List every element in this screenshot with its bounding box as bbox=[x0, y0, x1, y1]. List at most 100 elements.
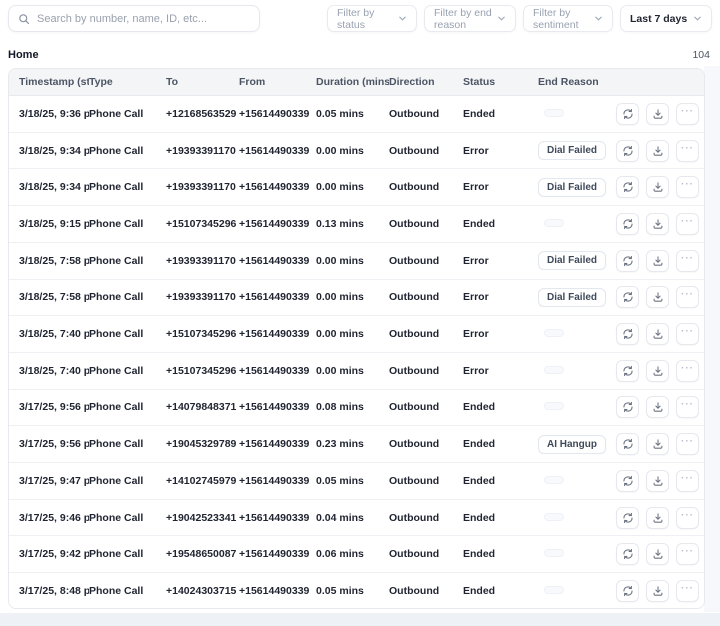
table-row[interactable]: 3/18/25, 7:58 pm Phone Call +19393391170… bbox=[9, 280, 704, 317]
download-icon bbox=[652, 585, 664, 597]
end-reason-cell bbox=[538, 585, 616, 597]
download-recording-button[interactable] bbox=[646, 543, 669, 565]
download-icon bbox=[652, 548, 664, 560]
more-options-button[interactable]: ··· bbox=[676, 250, 699, 272]
type-cell: Phone Call bbox=[89, 438, 166, 450]
table-row[interactable]: 3/17/25, 9:56 pm Phone Call +14079848371… bbox=[9, 390, 704, 427]
download-icon bbox=[652, 181, 664, 193]
to-number-cell: +19042523341 bbox=[166, 512, 239, 524]
download-recording-button[interactable] bbox=[646, 433, 669, 455]
download-recording-button[interactable] bbox=[646, 507, 669, 529]
status-cell: Ended bbox=[463, 438, 538, 450]
status-cell: Error bbox=[463, 365, 538, 377]
duration-cell: 0.05 mins bbox=[316, 108, 389, 120]
filter-sentiment-dropdown[interactable]: Filter by sentiment bbox=[523, 5, 613, 32]
column-header-status: Status bbox=[463, 76, 538, 88]
table-row[interactable]: 3/18/25, 9:36 pm Phone Call +12168563529… bbox=[9, 96, 704, 133]
more-options-button[interactable]: ··· bbox=[676, 286, 699, 308]
row-actions: ··· bbox=[616, 323, 701, 345]
status-cell: Error bbox=[463, 145, 538, 157]
table-header-row: Timestamp (start) Type To From Duration … bbox=[9, 69, 704, 96]
ellipsis-icon: ··· bbox=[681, 327, 694, 341]
table-row[interactable]: 3/18/25, 7:58 pm Phone Call +19393391170… bbox=[9, 243, 704, 280]
search-input[interactable] bbox=[37, 13, 250, 25]
more-options-button[interactable]: ··· bbox=[676, 323, 699, 345]
download-recording-button[interactable] bbox=[646, 213, 669, 235]
table-row[interactable]: 3/17/25, 8:48 pm Phone Call +14024303715… bbox=[9, 573, 704, 609]
duration-cell: 0.06 mins bbox=[316, 548, 389, 560]
more-options-button[interactable]: ··· bbox=[676, 176, 699, 198]
more-options-button[interactable]: ··· bbox=[676, 433, 699, 455]
more-options-button[interactable]: ··· bbox=[676, 580, 699, 602]
breadcrumb-row: Home 104 bbox=[8, 47, 710, 62]
to-number-cell: +14102745979 bbox=[166, 475, 239, 487]
download-recording-button[interactable] bbox=[646, 176, 669, 198]
download-recording-button[interactable] bbox=[646, 250, 669, 272]
table-row[interactable]: 3/18/25, 7:40 pm Phone Call +15107345296… bbox=[9, 353, 704, 390]
table-row[interactable]: 3/17/25, 9:42 pm Phone Call +19548650087… bbox=[9, 536, 704, 573]
row-actions: ··· bbox=[616, 580, 701, 602]
retry-call-button[interactable] bbox=[616, 507, 639, 529]
more-options-button[interactable]: ··· bbox=[676, 543, 699, 565]
table-row[interactable]: 3/17/25, 9:46 pm Phone Call +19042523341… bbox=[9, 500, 704, 537]
table-row[interactable]: 3/17/25, 9:47 pm Phone Call +14102745979… bbox=[9, 463, 704, 500]
filter-status-dropdown[interactable]: Filter by status bbox=[327, 5, 417, 32]
from-number-cell: +15614490339 bbox=[239, 548, 316, 560]
retry-call-button[interactable] bbox=[616, 543, 639, 565]
date-range-dropdown[interactable]: Last 7 days bbox=[620, 5, 712, 32]
more-options-button[interactable]: ··· bbox=[676, 140, 699, 162]
timestamp-cell: 3/18/25, 7:58 pm bbox=[19, 255, 89, 267]
table-row[interactable]: 3/17/25, 9:56 pm Phone Call +19045329789… bbox=[9, 426, 704, 463]
refresh-icon bbox=[622, 512, 634, 524]
more-options-button[interactable]: ··· bbox=[676, 507, 699, 529]
retry-call-button[interactable] bbox=[616, 140, 639, 162]
type-cell: Phone Call bbox=[89, 548, 166, 560]
retry-call-button[interactable] bbox=[616, 470, 639, 492]
type-cell: Phone Call bbox=[89, 291, 166, 303]
retry-call-button[interactable] bbox=[616, 433, 639, 455]
download-recording-button[interactable] bbox=[646, 286, 669, 308]
download-recording-button[interactable] bbox=[646, 103, 669, 125]
retry-call-button[interactable] bbox=[616, 360, 639, 382]
retry-call-button[interactable] bbox=[616, 323, 639, 345]
table-row[interactable]: 3/18/25, 9:34 pm Phone Call +19393391170… bbox=[9, 133, 704, 170]
type-cell: Phone Call bbox=[89, 512, 166, 524]
retry-call-button[interactable] bbox=[616, 396, 639, 418]
from-number-cell: +15614490339 bbox=[239, 328, 316, 340]
retry-call-button[interactable] bbox=[616, 250, 639, 272]
filter-end-reason-dropdown[interactable]: Filter by end reason bbox=[424, 5, 516, 32]
from-number-cell: +15614490339 bbox=[239, 218, 316, 230]
retry-call-button[interactable] bbox=[616, 103, 639, 125]
more-options-button[interactable]: ··· bbox=[676, 470, 699, 492]
more-options-button[interactable]: ··· bbox=[676, 360, 699, 382]
retry-call-button[interactable] bbox=[616, 580, 639, 602]
download-icon bbox=[652, 512, 664, 524]
from-number-cell: +15614490339 bbox=[239, 475, 316, 487]
table-row[interactable]: 3/18/25, 9:15 pm Phone Call +15107345296… bbox=[9, 206, 704, 243]
more-options-button[interactable]: ··· bbox=[676, 103, 699, 125]
download-recording-button[interactable] bbox=[646, 140, 669, 162]
from-number-cell: +15614490339 bbox=[239, 401, 316, 413]
retry-call-button[interactable] bbox=[616, 286, 639, 308]
download-recording-button[interactable] bbox=[646, 470, 669, 492]
download-recording-button[interactable] bbox=[646, 323, 669, 345]
retry-call-button[interactable] bbox=[616, 176, 639, 198]
direction-cell: Outbound bbox=[389, 585, 463, 597]
direction-cell: Outbound bbox=[389, 291, 463, 303]
retry-call-button[interactable] bbox=[616, 213, 639, 235]
row-actions: ··· bbox=[616, 507, 701, 529]
from-number-cell: +15614490339 bbox=[239, 145, 316, 157]
table-row[interactable]: 3/18/25, 7:40 pm Phone Call +15107345296… bbox=[9, 316, 704, 353]
type-cell: Phone Call bbox=[89, 401, 166, 413]
breadcrumb[interactable]: Home bbox=[8, 49, 39, 61]
more-options-button[interactable]: ··· bbox=[676, 396, 699, 418]
download-recording-button[interactable] bbox=[646, 580, 669, 602]
from-number-cell: +15614490339 bbox=[239, 291, 316, 303]
more-options-button[interactable]: ··· bbox=[676, 213, 699, 235]
table-row[interactable]: 3/18/25, 9:34 pm Phone Call +19393391170… bbox=[9, 169, 704, 206]
ellipsis-icon: ··· bbox=[681, 290, 694, 304]
search-box[interactable] bbox=[8, 5, 260, 32]
type-cell: Phone Call bbox=[89, 475, 166, 487]
download-recording-button[interactable] bbox=[646, 396, 669, 418]
download-recording-button[interactable] bbox=[646, 360, 669, 382]
